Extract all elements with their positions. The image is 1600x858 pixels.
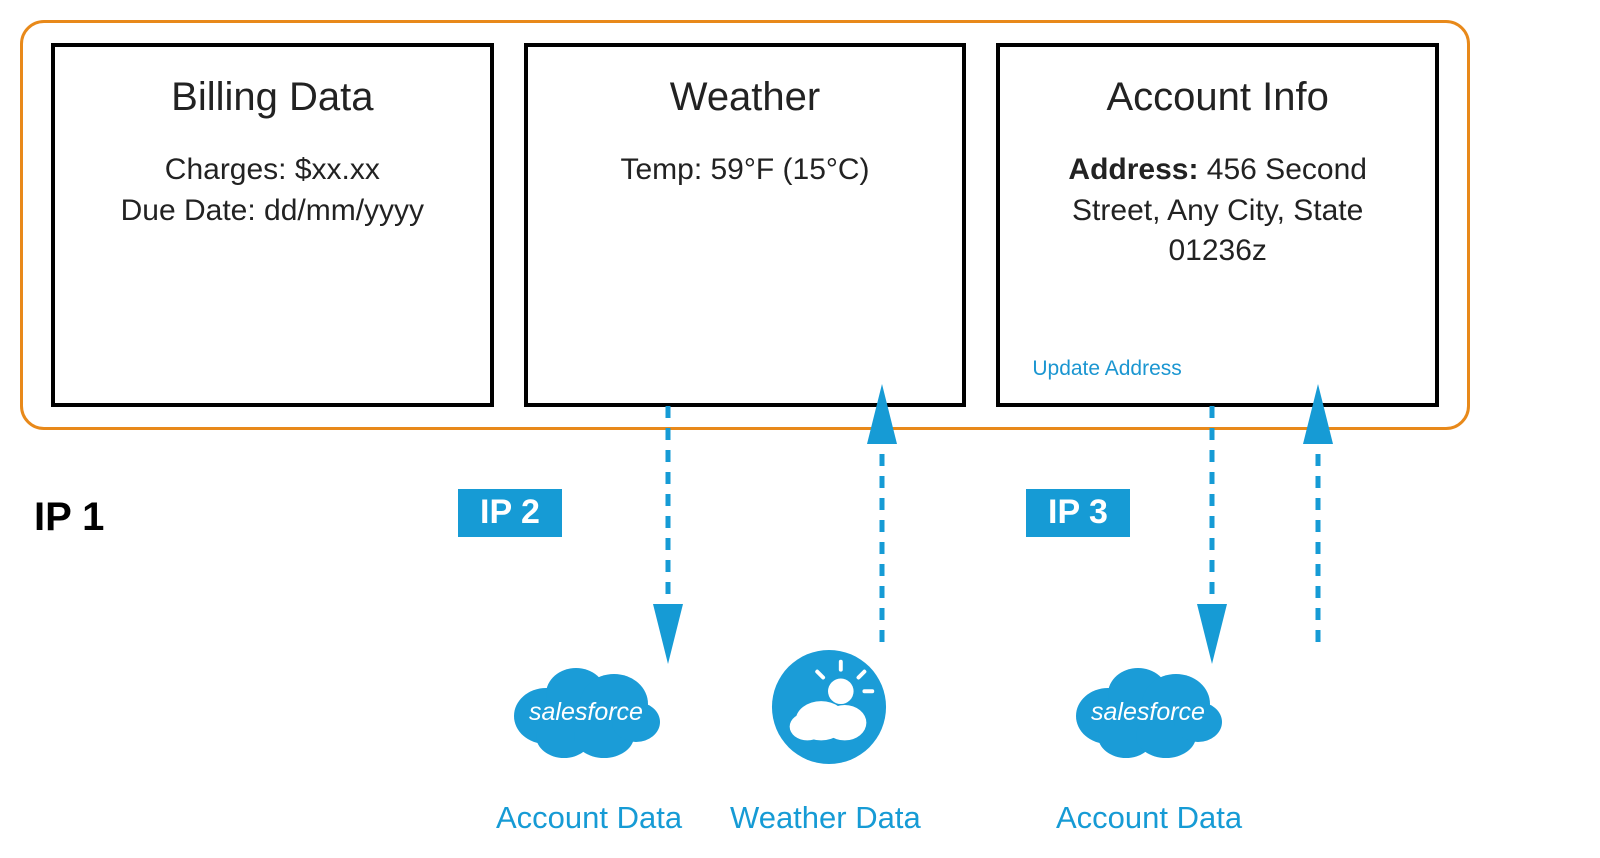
account-title: Account Info [1030,75,1405,120]
temp-value: 59°F (15°C) [711,153,870,186]
svg-text:salesforce: salesforce [529,698,643,726]
ip3-down-arrow [1200,404,1230,650]
charges-label: Charges: [165,153,287,186]
temp-label: Temp: [620,153,702,186]
billing-title: Billing Data [85,75,460,120]
ip3-badge: IP 3 [1026,489,1130,537]
address-label: Address: [1068,153,1198,186]
flexcard-group: Billing Data Charges: $xx.xx Due Date: d… [20,20,1470,430]
weather-card: Weather Temp: 59°F (15°C) [524,43,967,407]
update-address-link[interactable]: Update Address [1032,357,1181,381]
weather-title: Weather [558,75,933,120]
weather-source-icon [770,648,888,766]
account-card: Account Info Address: 456 Second Street,… [996,43,1439,407]
svg-text:salesforce: salesforce [1091,698,1205,726]
account-address: Address: 456 Second Street, Any City, St… [1030,150,1405,272]
billing-card: Billing Data Charges: $xx.xx Due Date: d… [51,43,494,407]
weather-temp-line: Temp: 59°F (15°C) [558,150,933,191]
weather-up-arrow [870,404,900,650]
due-label: Due Date: [121,194,256,227]
salesforce-icon-1: salesforce [506,654,666,764]
integration-procedure-diagram: Billing Data Charges: $xx.xx Due Date: d… [0,0,1600,858]
caption-account-data-2: Account Data [1056,800,1242,836]
salesforce-icon-2: salesforce [1068,654,1228,764]
billing-charges-line: Charges: $xx.xx [85,150,460,191]
ip2-down-arrow [656,404,686,650]
caption-account-data-1: Account Data [496,800,682,836]
billing-due-line: Due Date: dd/mm/yyyy [85,191,460,232]
ip2-badge: IP 2 [458,489,562,537]
charges-value: $xx.xx [295,153,380,186]
account-up-arrow [1306,404,1336,650]
ip1-label: IP 1 [34,495,104,540]
caption-weather-data: Weather Data [730,800,921,836]
due-value: dd/mm/yyyy [264,194,424,227]
